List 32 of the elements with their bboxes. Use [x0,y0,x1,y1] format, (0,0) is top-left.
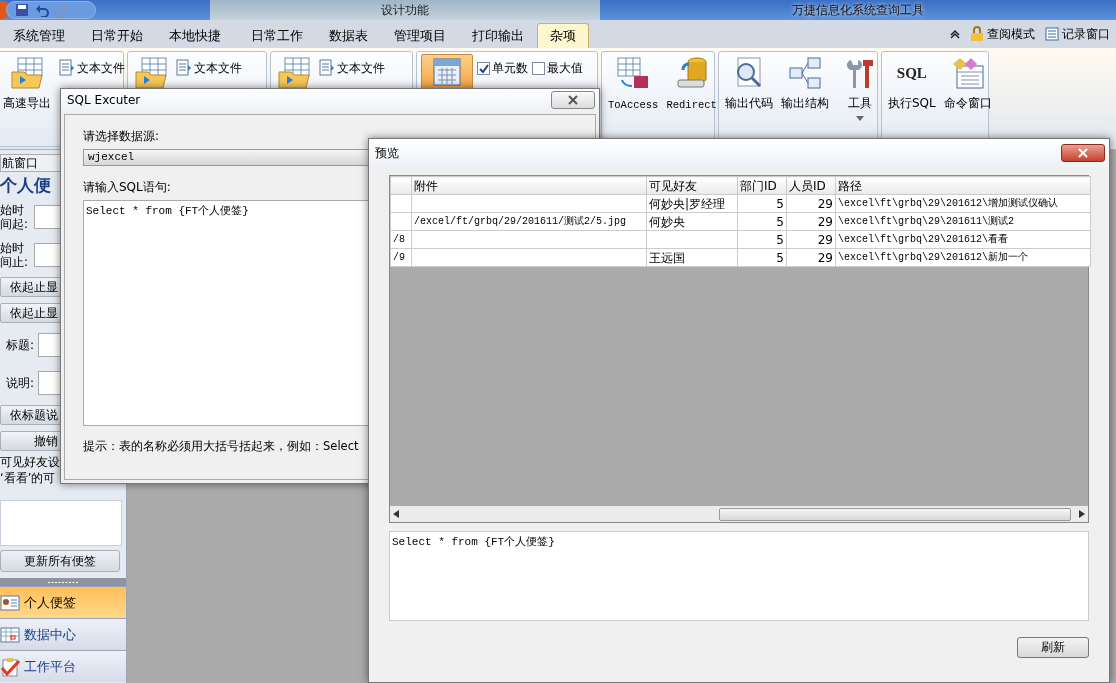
table-cell: \excel\ft\grbq\29\201612\增加测试仪确认 [835,194,1091,213]
dialog-title: SQL Excuter [67,92,141,109]
sql-icon: SQL [896,56,927,90]
note-text: ‘看看’的可 [0,470,57,486]
table-cell: 5 [737,248,787,267]
table-cell: 29 [786,248,836,267]
field-label: 说明: [4,376,34,390]
window-title: 万捷信息化系统查询工具 [791,2,925,19]
pane-heading: 个人便 [0,174,51,197]
field-label: 请输入SQL语句: [83,179,171,196]
table-cell: 何妙央|罗经理 [646,194,738,213]
table-cell: 5 [737,212,787,231]
table-cell: 29 [786,194,836,213]
table-cell: /9 [390,248,412,267]
table-cell: 5 [737,230,787,249]
table-cell: \excel\ft\grbq\29\201612\新加一个 [835,248,1091,267]
context-tab-label: 设计功能 [210,0,600,20]
table-cell: /excel/ft/grbq/29/201611/测试2/5.jpg [411,212,647,231]
table-cell: \excel\ft\grbq\29\201612\看看 [835,230,1091,249]
table-cell: 王远国 [646,248,738,267]
table-cell: 29 [786,212,836,231]
table-cell: 5 [737,194,787,213]
table-cell: /8 [390,230,412,249]
field-label: 标题: [4,338,34,352]
table-cell: \excel\ft\grbq\29\201611\测试2 [835,212,1091,231]
field-label: 请选择数据源: [83,128,160,145]
field-label: 始时间起: [0,203,30,231]
table-cell: 何妙央 [646,212,738,231]
hint-text: 提示：表的名称必须用大括号括起来，例如：Select [83,438,360,455]
field-label: 始时间止: [0,241,30,269]
note-text: 可见好友设 [0,454,61,470]
table-cell: 29 [786,230,836,249]
